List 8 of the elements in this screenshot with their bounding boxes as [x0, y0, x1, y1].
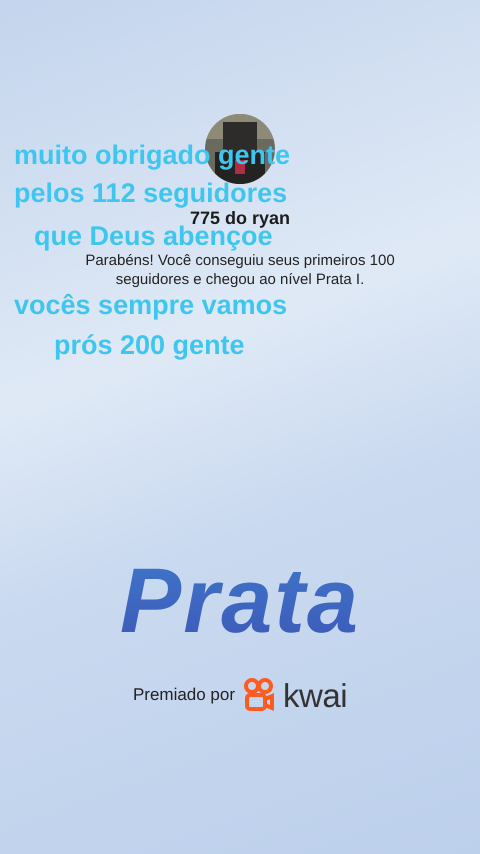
caption-text: pelos 112 seguidores	[14, 178, 288, 208]
profile-name: 775 do ryan	[190, 208, 290, 228]
caption-text: prós 200 gente	[54, 330, 245, 360]
caption-text: vocês sempre vamos	[14, 290, 288, 320]
camera-logo-icon	[243, 678, 276, 712]
award-label: Premiado por	[132, 685, 236, 706]
brand-name: kwai	[283, 678, 348, 712]
achievement-message: Parabéns! Você conseguiu seus primeiros 100 seguidores e chegou ao nível Prata I.	[84, 251, 396, 289]
